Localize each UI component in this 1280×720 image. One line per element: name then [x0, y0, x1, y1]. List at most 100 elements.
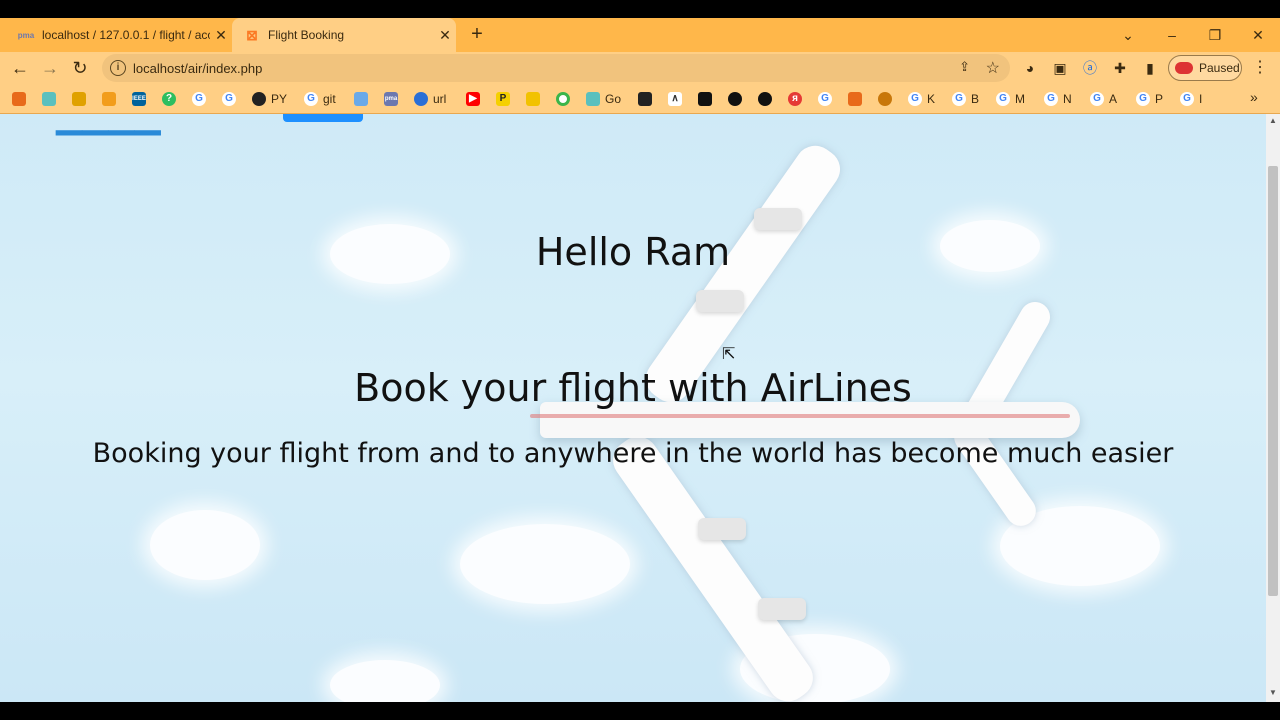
extensions-puzzle-icon[interactable]: ✚ [1110, 58, 1130, 78]
profile-button[interactable]: Paused [1168, 55, 1242, 81]
bookmark-icon [638, 92, 652, 106]
tab-search-icon[interactable]: ⌄ [1114, 22, 1142, 48]
bookmark-icon [698, 92, 712, 106]
google-icon: G [1180, 92, 1194, 106]
nav-button-fragment[interactable] [283, 114, 363, 122]
phpmyadmin-icon: pma [17, 30, 35, 40]
url-text[interactable]: localhost/air/index.php [133, 61, 262, 76]
bookmark-item[interactable]: GN [1044, 90, 1072, 108]
plane-engine [754, 208, 802, 230]
side-panel-icon[interactable]: ▮ [1140, 58, 1160, 78]
kebab-menu-icon[interactable]: ⋮ [1250, 56, 1270, 80]
bookmark-icon [526, 92, 540, 106]
bookmark-item[interactable] [42, 90, 61, 108]
bookmark-item[interactable] [72, 90, 91, 108]
bookmark-item[interactable]: G [192, 90, 211, 108]
bookmark-item[interactable]: G [818, 90, 837, 108]
minimize-button[interactable]: – [1158, 22, 1186, 48]
google-icon: G [222, 92, 236, 106]
plane-engine [758, 598, 806, 620]
plane-engine [696, 290, 744, 312]
close-icon[interactable]: ✕ [434, 27, 456, 44]
bookmark-item[interactable] [638, 90, 657, 108]
close-window-button[interactable]: ✕ [1244, 22, 1272, 48]
bookmark-item[interactable]: GI [1180, 90, 1202, 108]
new-tab-button[interactable]: + [466, 24, 488, 46]
plane-engine [698, 518, 746, 540]
bookmark-item[interactable]: GP [1136, 90, 1163, 108]
bookmark-item[interactable]: GB [952, 90, 979, 108]
chevron-double-right-icon[interactable]: » [1250, 89, 1258, 105]
extension-a-icon[interactable]: ⓐ [1080, 58, 1100, 78]
toolbar: ← → ↻ i localhost/air/index.php ⇪ ☆ ◕ ▣ … [0, 52, 1280, 84]
google-icon: G [1136, 92, 1150, 106]
browser-chrome: pma localhost / 127.0.0.1 / flight / acc… [0, 18, 1280, 114]
page-scrollbar[interactable]: ▲ ▼ [1266, 114, 1280, 702]
bookmark-label: B [971, 92, 980, 106]
bookmark-item[interactable]: GM [996, 90, 1025, 108]
bookmark-item[interactable] [102, 90, 121, 108]
bookmark-item[interactable]: IEEE [132, 90, 151, 108]
close-icon[interactable]: ✕ [210, 27, 232, 44]
hero-headline: Book your flight with AirLines [354, 366, 912, 410]
bookmark-item[interactable] [12, 90, 31, 108]
address-bar[interactable]: i localhost/air/index.php ⇪ ☆ [102, 54, 1010, 82]
bookmark-item[interactable] [354, 90, 373, 108]
bookmark-icon [354, 92, 368, 106]
bookmark-item[interactable]: pma [384, 90, 403, 108]
bookmark-item[interactable]: ∧ [668, 90, 687, 108]
bookmark-label: K [927, 92, 936, 106]
site-logo-fragment[interactable]: ▁▁▁▁ [56, 114, 161, 136]
bookmark-icon: ∧ [668, 92, 682, 106]
youtube-icon: ▶ [466, 92, 480, 106]
share-icon[interactable]: ⇪ [959, 59, 970, 75]
bookmark-item[interactable] [848, 90, 867, 108]
bookmark-label: Go [605, 92, 622, 106]
google-icon: G [818, 92, 832, 106]
bookmark-item[interactable]: я [788, 90, 807, 108]
page-viewport: ▁▁▁▁ Hello Ram Book your flight with Air… [0, 114, 1266, 702]
bookmark-item[interactable]: P [496, 90, 515, 108]
google-icon: G [192, 92, 206, 106]
bookmark-item[interactable]: ▶ [466, 90, 485, 108]
tab-title: Flight Booking [268, 28, 345, 42]
bookmark-item[interactable] [556, 90, 575, 108]
extension-image-icon[interactable]: ▣ [1050, 58, 1070, 78]
bookmark-item[interactable]: Go [586, 90, 621, 108]
bookmark-item[interactable] [878, 90, 897, 108]
extension-panda-icon[interactable]: ◕ [1020, 58, 1040, 78]
scrollbar-thumb[interactable] [1268, 166, 1278, 596]
cloud-decoration [150, 510, 260, 580]
bookmark-item[interactable]: GA [1090, 90, 1117, 108]
back-icon[interactable]: ← [8, 56, 32, 80]
avatar [1175, 62, 1193, 74]
bookmark-icon [12, 92, 26, 106]
bookmark-item[interactable]: Ggit [304, 90, 336, 108]
bookmark-item[interactable]: url [414, 90, 446, 108]
scroll-down-icon[interactable]: ▼ [1268, 688, 1278, 698]
restore-button[interactable]: ❐ [1201, 22, 1229, 48]
bookmark-item[interactable]: GK [908, 90, 935, 108]
bookmark-label: git [323, 92, 336, 106]
scroll-up-icon[interactable]: ▲ [1268, 116, 1278, 126]
bookmark-star-icon[interactable]: ☆ [986, 58, 1000, 78]
screen-top-edge [0, 0, 1280, 18]
bookmark-item[interactable] [526, 90, 545, 108]
bookmark-item[interactable] [758, 90, 777, 108]
site-info-icon[interactable]: i [110, 60, 126, 76]
bookmark-item[interactable] [728, 90, 747, 108]
bookmark-item[interactable]: G [222, 90, 241, 108]
bookmark-item[interactable]: PY [252, 90, 287, 108]
forward-icon[interactable]: → [38, 56, 62, 80]
tab-flight-booking[interactable]: ⊠ Flight Booking ✕ [232, 18, 456, 52]
bookmark-item[interactable] [698, 90, 717, 108]
bookmark-icon [556, 92, 570, 106]
google-icon: G [908, 92, 922, 106]
bookmark-label: M [1015, 92, 1025, 106]
bookmark-item[interactable]: ? [162, 90, 181, 108]
reload-icon[interactable]: ↻ [68, 56, 92, 80]
ieee-icon: IEEE [132, 92, 146, 106]
tab-phpmyadmin[interactable]: pma localhost / 127.0.0.1 / flight / acc… [8, 18, 232, 52]
bookmark-label: A [1109, 92, 1118, 106]
mouse-cursor-icon: ⇱ [722, 346, 736, 363]
